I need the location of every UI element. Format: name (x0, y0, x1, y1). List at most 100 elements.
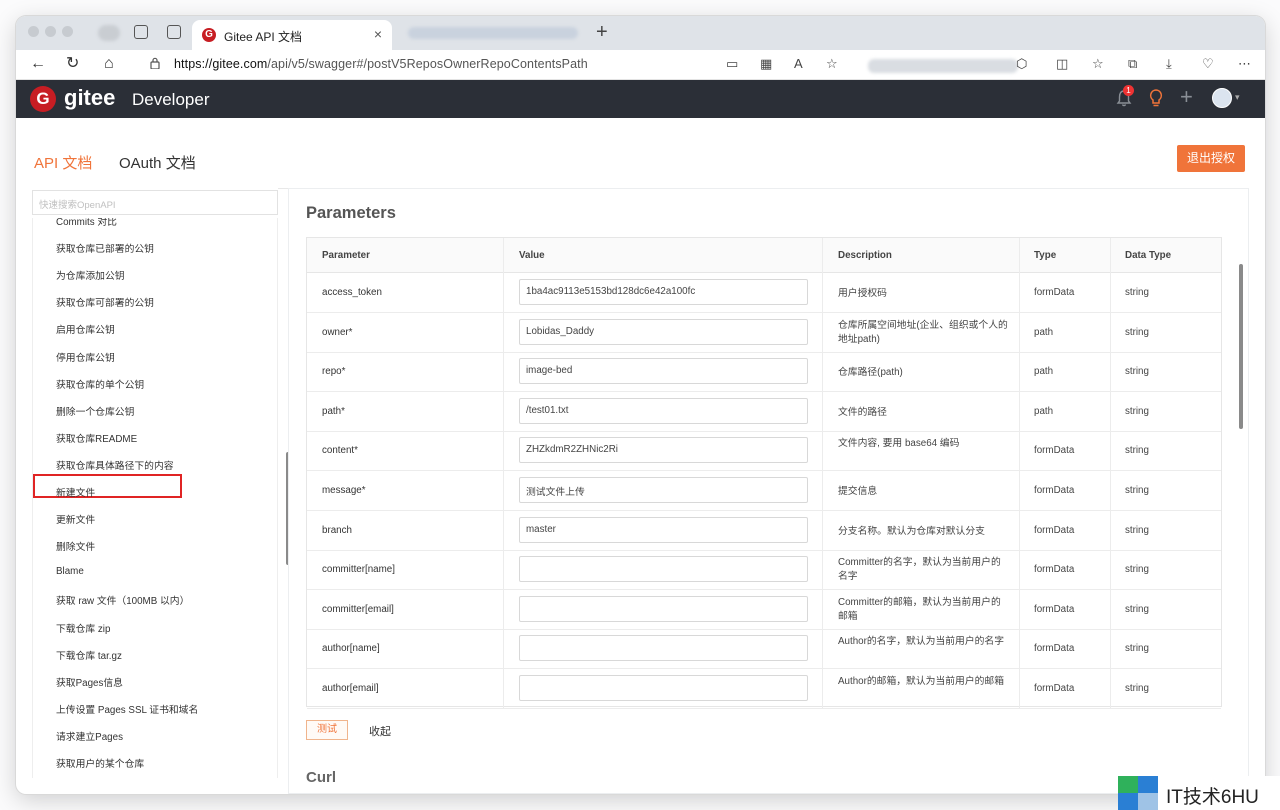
table-row: committer[name] Committer的名字，默认为当前用户的名字 fo… (307, 550, 1221, 591)
download-icon[interactable]: ⤓ (1166, 56, 1172, 72)
param-value-input[interactable]: image-bed (519, 358, 808, 385)
main-scrollbar[interactable] (1239, 264, 1243, 429)
param-value-input[interactable] (519, 675, 808, 701)
sidebar-item[interactable]: Blame (56, 566, 84, 577)
back-icon[interactable]: ← (30, 55, 46, 73)
sidebar-item[interactable]: 获取Pages信息 (56, 675, 123, 689)
sidebar-item[interactable]: 获取仓库已部署的公钥 (56, 241, 154, 255)
developer-label: Developer (132, 90, 210, 109)
param-value-input[interactable] (519, 595, 808, 622)
tab-background[interactable] (408, 27, 578, 39)
sidebar-item[interactable]: 获取仓库可部署的公钥 (56, 295, 154, 309)
sidebar-item[interactable]: 下载仓库 tar.gz (56, 648, 122, 662)
sidebar-item[interactable]: 获取用户的某个仓库 (56, 756, 144, 770)
sidebar-item[interactable]: 删除一个仓库公钥 (56, 404, 134, 418)
tab-gitee-api[interactable]: G Gitee API 文档 × (192, 20, 392, 50)
more-menu-icon[interactable]: ⋯ (1238, 56, 1251, 72)
sidebar-item[interactable]: 停用仓库公钥 (56, 350, 115, 364)
table-row: content* ZHZkdmR2ZHNic2Ri 文件内容, 要用 base64 … (307, 431, 1221, 472)
read-aloud-icon[interactable]: A (794, 56, 803, 72)
window-minimize-control[interactable] (45, 26, 56, 37)
param-value-input[interactable]: Lobidas_Daddy (519, 318, 808, 345)
param-description: 仓库路径(path) (838, 367, 903, 379)
gitee-logo-icon[interactable]: G (30, 86, 56, 112)
sidebar-item[interactable]: Commits 对比 (56, 218, 117, 228)
table-row: path* /test01.txt 文件的路径 path string (307, 392, 1221, 432)
sidebar-item[interactable]: 为仓库添加公钥 (56, 268, 125, 282)
param-value-input[interactable]: ZHZkdmR2ZHNic2Ri (519, 437, 808, 464)
sidebar-item[interactable]: 获取仓库的单个公钥 (56, 377, 144, 391)
param-type: path (1034, 366, 1054, 378)
split-screen-icon[interactable]: ◫ (1056, 56, 1068, 72)
sidebar-item[interactable]: 新建文件 (56, 485, 95, 499)
param-data-type: string (1125, 326, 1149, 338)
sidebar-item[interactable]: 获取仓库具体路径下的内容 (56, 458, 174, 472)
param-description: Author的邮箱，默认为当前用户的邮箱 (838, 676, 1005, 687)
param-name: owner* (322, 326, 353, 338)
gitee-header: G gitee Developer 1 + ▾ (16, 80, 1265, 118)
param-description: 文件内容, 要用 base64 编码 (838, 438, 960, 450)
workspaces-icon[interactable] (134, 25, 148, 39)
create-plus-icon[interactable]: + (1180, 84, 1193, 110)
param-name: committer[name] (322, 564, 395, 576)
address-bar[interactable]: https://gitee.com/api/v5/swagger#/postV5… (174, 57, 588, 71)
home-icon[interactable]: ⌂ (104, 55, 114, 73)
sidebar-item[interactable]: 上传设置 Pages SSL 证书和域名 (56, 702, 198, 716)
favorites-icon[interactable]: ☆ (1092, 56, 1104, 72)
revoke-auth-button[interactable]: 退出授权 (1177, 145, 1245, 172)
sidebar-item[interactable]: 下载仓库 zip (56, 621, 110, 635)
app-available-icon[interactable]: ▭ (726, 56, 738, 72)
param-data-type: string (1125, 603, 1149, 615)
param-type: formData (1034, 524, 1075, 536)
api-sidebar: 快速搜索OpenAPI Commits 对比 获取仓库已部署的公钥 为仓库添加公钥获… (32, 188, 290, 778)
lock-icon[interactable] (150, 57, 160, 69)
performance-icon[interactable]: ♡ (1202, 56, 1214, 72)
lightbulb-icon[interactable] (1148, 88, 1164, 108)
sidebar-item[interactable]: 启用仓库公钥 (56, 322, 115, 336)
favorite-star-icon[interactable]: ☆ (826, 56, 838, 72)
new-tab-button[interactable]: + (596, 22, 608, 42)
param-name: committer[email] (322, 603, 394, 615)
profile-avatar[interactable] (98, 25, 120, 41)
sidebar-item[interactable]: 更新文件 (56, 512, 95, 526)
collections-icon[interactable]: ⧉ (1128, 56, 1137, 72)
user-avatar[interactable] (1212, 88, 1232, 108)
param-type: formData (1034, 643, 1075, 655)
sidebar-item[interactable]: 请求建立Pages (56, 729, 123, 743)
param-value-input[interactable]: 1ba4ac9113e5153bd128dc6e42a100fc (519, 279, 808, 305)
extensions-icon[interactable]: ⬡ (1016, 56, 1027, 72)
avatar-caret-icon[interactable]: ▾ (1235, 92, 1240, 103)
param-value-input[interactable] (519, 556, 808, 583)
tab-oauth-docs[interactable]: OAuth 文档 (119, 152, 196, 173)
tab-close-icon[interactable]: × (374, 26, 382, 42)
param-description: 提交信息 (838, 486, 878, 497)
param-type: formData (1034, 287, 1075, 298)
param-value-input[interactable] (519, 635, 808, 662)
sidebar-item[interactable]: 获取仓库README (56, 431, 137, 445)
param-value-input[interactable]: 测试文件上传 (519, 477, 808, 503)
param-type: formData (1034, 683, 1075, 694)
param-description: 文件的路径 (838, 406, 887, 418)
extensions-area[interactable] (868, 59, 1018, 73)
param-type: path (1034, 326, 1054, 338)
collapse-link[interactable]: 收起 (369, 723, 391, 739)
curl-heading: Curl (306, 769, 336, 783)
watermark-logo-icon (1118, 776, 1158, 810)
test-button[interactable]: 测试 (306, 720, 348, 740)
window-close-control[interactable] (28, 26, 39, 37)
qr-code-icon[interactable]: ▦ (760, 56, 772, 72)
search-input[interactable]: 快速搜索OpenAPI (32, 190, 278, 215)
param-value-input[interactable]: master (519, 516, 808, 543)
sidebar-item[interactable]: 删除文件 (56, 539, 95, 553)
window-zoom-control[interactable] (62, 26, 73, 37)
refresh-icon[interactable]: ↻ (66, 55, 79, 73)
tab-actions-icon[interactable] (167, 25, 181, 39)
table-header: Parameter Value Description Type Data Ty… (307, 238, 1221, 273)
param-value-input[interactable]: /test01.txt (519, 397, 808, 424)
api-list[interactable]: Commits 对比获取仓库已部署的公钥 为仓库添加公钥获取仓库可部署的公钥 启用仓… (32, 218, 278, 778)
sidebar-item[interactable]: 获取 raw 文件（100MB 以内） (56, 593, 189, 607)
param-name: message* (322, 485, 366, 496)
tab-api-docs[interactable]: API 文档 (34, 152, 92, 173)
col-data-type: Data Type (1125, 250, 1172, 261)
gitee-brand[interactable]: gitee (64, 85, 115, 111)
